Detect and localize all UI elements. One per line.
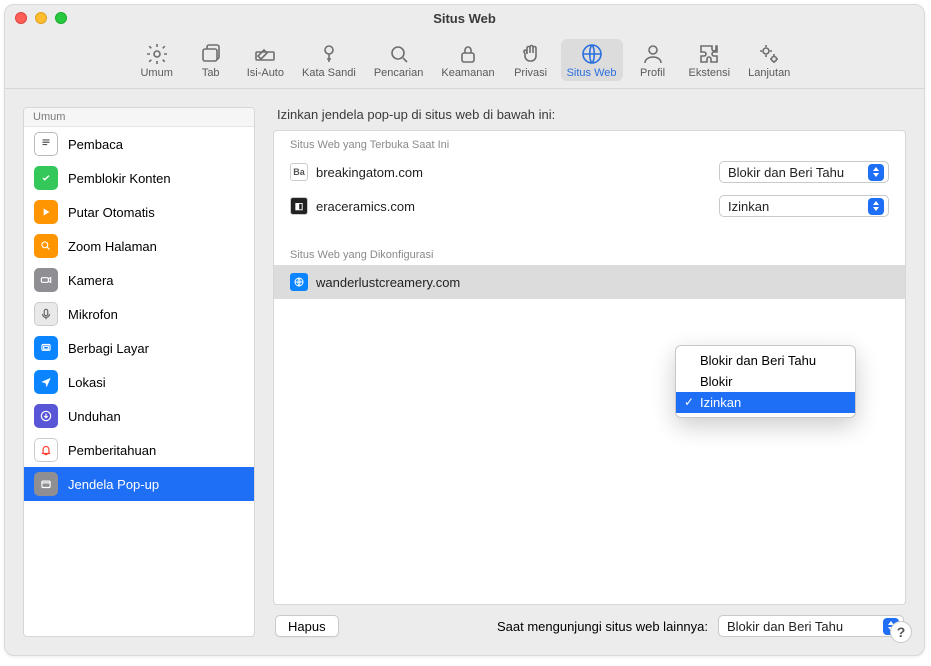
question-icon: ? (897, 624, 906, 640)
toolbar-search[interactable]: Pencarian (368, 39, 430, 81)
preferences-window: Situs Web Umum Tab Isi-Auto (4, 4, 925, 656)
puzzle-icon (697, 42, 721, 66)
toolbar-profiles[interactable]: Profil (629, 39, 677, 81)
toolbar-general[interactable]: Umum (133, 39, 181, 81)
preferences-toolbar: Umum Tab Isi-Auto Kata Sandi (5, 31, 924, 89)
gear-icon (145, 42, 169, 66)
sidebar-item-microphone[interactable]: Mikrofon (24, 297, 254, 331)
sidebar-item-notifications[interactable]: Pemberitahuan (24, 433, 254, 467)
toolbar-extensions[interactable]: Ekstensi (683, 39, 737, 81)
site-row[interactable]: wanderlustcreamery.com Izinkan (274, 265, 905, 299)
content-area: Umum Pembaca Pemblokir Konten Putar Otom… (5, 89, 924, 655)
lock-icon (456, 42, 480, 66)
sidebar-item-pagezoom[interactable]: Zoom Halaman (24, 229, 254, 263)
download-icon (34, 404, 58, 428)
site-row[interactable]: Ba breakingatom.com Blokir dan Beri Tahu (274, 155, 905, 189)
site-hostname: eraceramics.com (316, 199, 719, 214)
site-policy-select[interactable]: Blokir dan Beri Tahu (719, 161, 889, 183)
site-hostname: wanderlustcreamery.com (316, 275, 719, 290)
open-sites-label: Situs Web yang Terbuka Saat Ini (274, 131, 905, 155)
favicon-icon (290, 273, 308, 291)
play-icon (34, 200, 58, 224)
window-title: Situs Web (5, 11, 924, 26)
popup-window-icon (34, 472, 58, 496)
updown-arrows-icon (868, 198, 884, 215)
zoom-icon (34, 234, 58, 258)
sidebar-items[interactable]: Pembaca Pemblokir Konten Putar Otomatis … (24, 127, 254, 636)
other-sites-value: Blokir dan Beri Tahu (727, 619, 843, 634)
toolbar-websites[interactable]: Situs Web (561, 39, 623, 81)
microphone-icon (34, 302, 58, 326)
gears-icon (757, 42, 781, 66)
camera-icon (34, 268, 58, 292)
reader-icon (34, 132, 58, 156)
sidebar-item-contentblocker[interactable]: Pemblokir Konten (24, 161, 254, 195)
sidebar-item-reader[interactable]: Pembaca (24, 127, 254, 161)
favicon-icon: ◧ (290, 197, 308, 215)
sidebar-item-camera[interactable]: Kamera (24, 263, 254, 297)
toolbar-privacy[interactable]: Privasi (507, 39, 555, 81)
hand-icon (519, 42, 543, 66)
toolbar-advanced[interactable]: Lanjutan (742, 39, 796, 81)
location-icon (34, 370, 58, 394)
site-policy-value: Blokir dan Beri Tahu (728, 165, 844, 180)
key-icon (317, 42, 341, 66)
sidebar-item-popups[interactable]: Jendela Pop-up (24, 467, 254, 501)
shield-check-icon (34, 166, 58, 190)
other-sites-label: Saat mengunjungi situs web lainnya: (497, 619, 708, 634)
favicon-icon: Ba (290, 163, 308, 181)
toolbar-passwords[interactable]: Kata Sandi (296, 39, 362, 81)
sidebar-item-downloads[interactable]: Unduhan (24, 399, 254, 433)
policy-dropdown-menu[interactable]: Blokir dan Beri Tahu Blokir Izinkan (675, 345, 856, 418)
sidebar-item-autoplay[interactable]: Putar Otomatis (24, 195, 254, 229)
footer-bar: Hapus Saat mengunjungi situs web lainnya… (273, 605, 906, 637)
search-icon (387, 42, 411, 66)
bell-icon (34, 438, 58, 462)
site-policy-select[interactable]: Izinkan (719, 195, 889, 217)
help-button[interactable]: ? (890, 621, 912, 643)
menu-option[interactable]: Izinkan (676, 392, 855, 413)
site-policy-value: Izinkan (728, 199, 769, 214)
site-hostname: breakingatom.com (316, 165, 719, 180)
globe-icon (580, 42, 604, 66)
sidebar-item-location[interactable]: Lokasi (24, 365, 254, 399)
menu-option[interactable]: Blokir (676, 371, 855, 392)
person-icon (641, 42, 665, 66)
sidebar-section-label: Umum (24, 108, 254, 127)
remove-button[interactable]: Hapus (275, 615, 339, 637)
titlebar: Situs Web (5, 5, 924, 31)
toolbar-autofill[interactable]: Isi-Auto (241, 39, 290, 81)
updown-arrows-icon (868, 164, 884, 181)
configured-sites-label: Situs Web yang Dikonfigurasi (274, 241, 905, 265)
tabs-icon (199, 42, 223, 66)
toolbar-tabs[interactable]: Tab (187, 39, 235, 81)
sidebar-item-screenshare[interactable]: Berbagi Layar (24, 331, 254, 365)
screen-icon (34, 336, 58, 360)
other-sites-select[interactable]: Blokir dan Beri Tahu (718, 615, 904, 637)
site-row[interactable]: ◧ eraceramics.com Izinkan (274, 189, 905, 223)
menu-option[interactable]: Blokir dan Beri Tahu (676, 350, 855, 371)
settings-sidebar: Umum Pembaca Pemblokir Konten Putar Otom… (23, 107, 255, 637)
pencil-box-icon (253, 42, 277, 66)
toolbar-security[interactable]: Keamanan (435, 39, 500, 81)
main-heading: Izinkan jendela pop-up di situs web di b… (273, 107, 906, 130)
